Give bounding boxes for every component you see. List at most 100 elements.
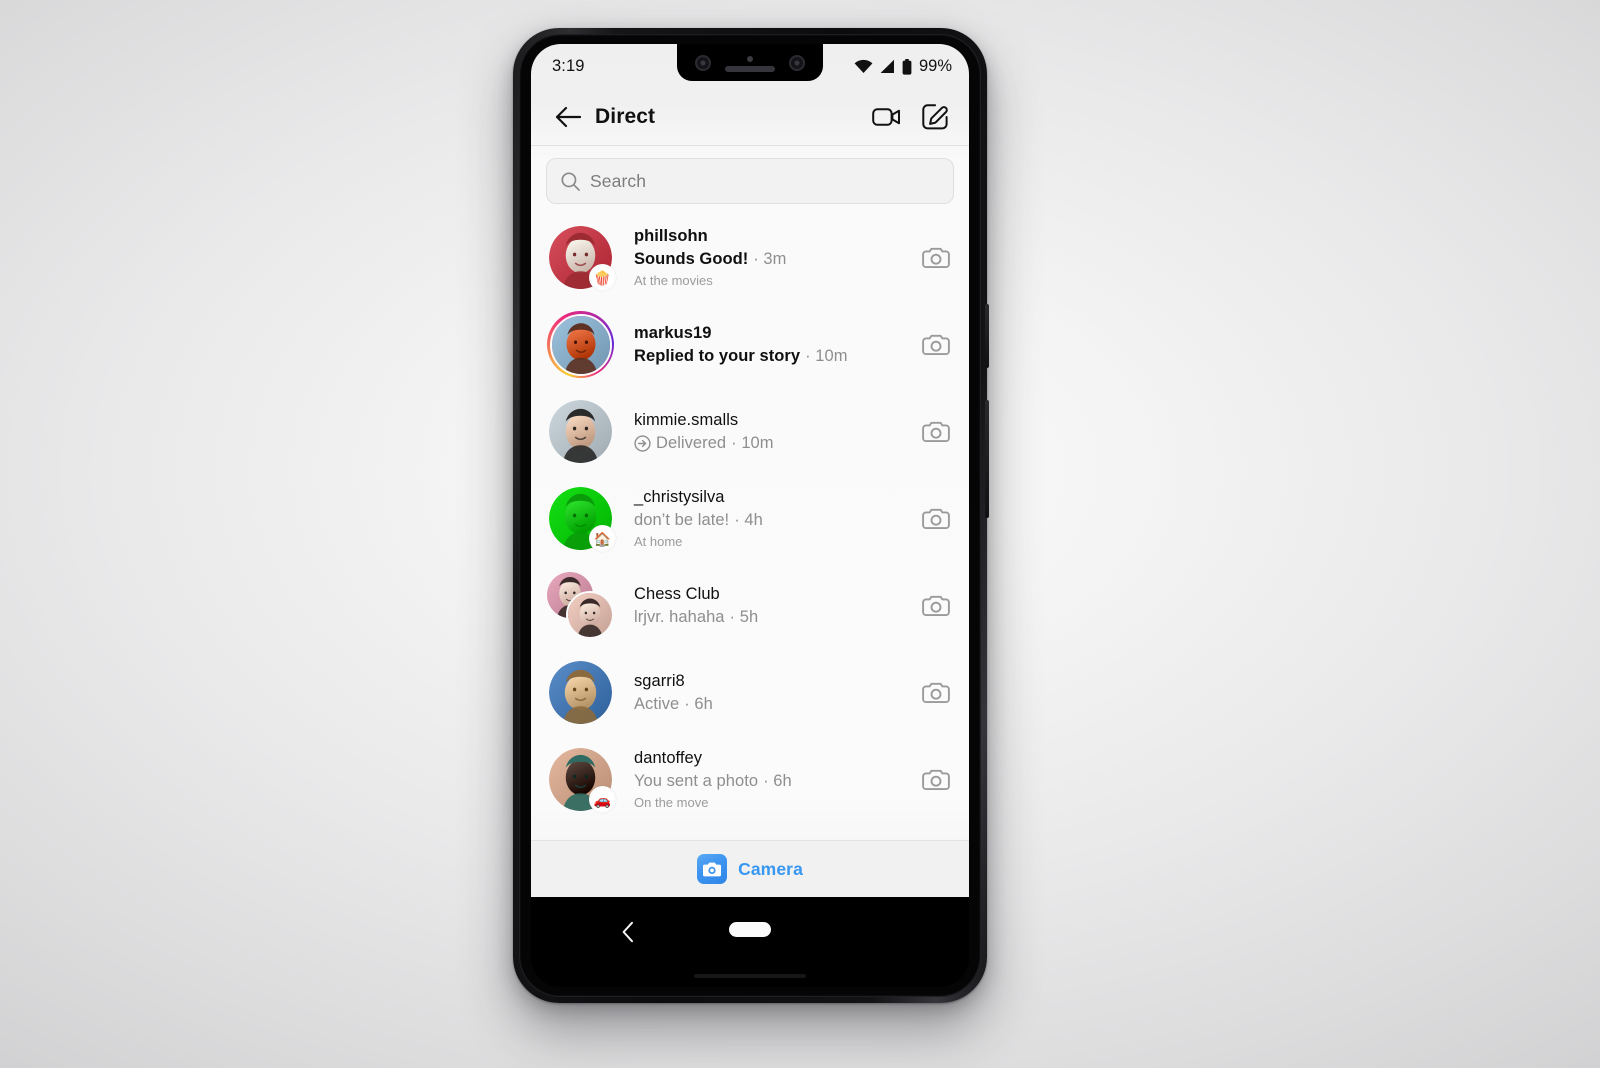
- thread-preview: don’t be late! · 4h: [634, 509, 911, 531]
- thread-preview: Delivered · 10m: [634, 432, 911, 454]
- camera-icon: [922, 769, 950, 790]
- app-header: Direct: [531, 89, 969, 146]
- back-arrow-icon: [555, 106, 581, 128]
- thread-row[interactable]: 🚗 dantoffey You sent a photo · 6h On the mo…: [531, 736, 969, 823]
- camera-icon: [922, 682, 950, 703]
- thread-preview: Replied to your story · 10m: [634, 345, 911, 367]
- thread-text-block: dantoffey You sent a photo · 6h On the mov…: [634, 747, 911, 812]
- power-button[interactable]: [985, 304, 989, 368]
- video-call-button[interactable]: [870, 101, 902, 133]
- back-button[interactable]: [551, 100, 585, 134]
- cellular-signal-icon: [880, 59, 894, 73]
- camera-icon: [922, 508, 950, 529]
- thread-timestamp: · 6h: [763, 772, 792, 791]
- volume-button[interactable]: [985, 400, 989, 518]
- camera-icon: [922, 247, 950, 268]
- earpiece-speaker-icon: [725, 65, 775, 72]
- thread-row[interactable]: kimmie.smalls Delivered · 10m: [531, 388, 969, 475]
- row-camera-button[interactable]: [919, 589, 953, 623]
- header-actions: [870, 101, 951, 133]
- avatar-story-ring: [547, 311, 614, 378]
- search-icon: [561, 171, 580, 191]
- phone-screen: 3:19 99% Direct Search 🍿 phillsohn Sound…: [531, 44, 969, 987]
- instagram-direct-app: 3:19 99% Direct Search 🍿 phillsohn Sound…: [531, 44, 969, 897]
- thread-row[interactable]: 🏠 _christysilva don’t be late! · 4h At home: [531, 475, 969, 562]
- camera-bar-label: Camera: [738, 858, 803, 879]
- camera-icon: [922, 595, 950, 616]
- camera-app-icon: [697, 854, 728, 884]
- thread-preview: Active · 6h: [634, 693, 911, 715]
- camera-bar-button[interactable]: Camera: [531, 840, 969, 897]
- row-camera-button[interactable]: [919, 502, 953, 536]
- thread-text-block: kimmie.smalls Delivered · 10m: [634, 409, 911, 455]
- avatar-photo: [549, 661, 612, 724]
- search-placeholder-text: Search: [590, 170, 647, 191]
- search-input[interactable]: Search: [546, 158, 954, 204]
- thread-username: Chess Club: [634, 584, 720, 603]
- earpiece-assembly: [724, 55, 776, 72]
- thread-username: dantoffey: [634, 748, 703, 767]
- status-clock: 3:19: [552, 57, 585, 75]
- thread-preview: Sounds Good! · 3m: [634, 248, 911, 270]
- thread-text-block: _christysilva don’t be late! · 4h At home: [634, 486, 911, 551]
- search-section: Search: [531, 146, 969, 214]
- direct-thread-list[interactable]: 🍿 phillsohn Sounds Good! · 3m At the movies…: [531, 214, 969, 824]
- front-camera-lens-left-icon: [695, 54, 711, 71]
- thread-preview: You sent a photo · 6h: [634, 770, 911, 792]
- thread-username: sgarri8: [634, 671, 685, 690]
- front-camera-lens-right-icon: [789, 54, 805, 71]
- thread-username: markus19: [634, 323, 712, 342]
- video-camera-icon: [871, 108, 900, 126]
- thread-timestamp: · 5h: [729, 608, 759, 626]
- avatar-photo: [551, 315, 610, 374]
- thread-preview-text: lrjvr. hahaha: [634, 608, 725, 626]
- avatar[interactable]: 🍿: [547, 224, 616, 291]
- popcorn-badge: 🍿: [589, 264, 616, 291]
- phone-device-frame: 3:19 99% Direct Search 🍿 phillsohn Sound…: [513, 28, 989, 1003]
- row-camera-button[interactable]: [919, 763, 953, 797]
- row-camera-button[interactable]: [919, 415, 953, 449]
- avatar[interactable]: [547, 398, 614, 465]
- thread-row[interactable]: 🍿 phillsohn Sounds Good! · 3m At the movies: [531, 214, 969, 301]
- avatar-photo: [568, 593, 612, 637]
- thread-timestamp: · 6h: [684, 695, 713, 713]
- thread-timestamp: · 10m: [805, 347, 848, 365]
- thread-row[interactable]: Chess Club lrjvr. hahaha · 5h: [531, 562, 969, 649]
- avatar[interactable]: [547, 572, 614, 639]
- thread-timestamp: · 10m: [731, 434, 774, 452]
- row-camera-button[interactable]: [919, 328, 953, 362]
- car-badge: 🚗: [589, 786, 616, 813]
- camera-glyph-icon: [703, 862, 722, 876]
- wifi-icon: [854, 59, 873, 73]
- delivered-sent-icon: [634, 435, 651, 452]
- row-camera-button[interactable]: [919, 241, 953, 275]
- thread-username: kimmie.smalls: [634, 410, 739, 429]
- thread-text-block: phillsohn Sounds Good! · 3m At the movies: [634, 225, 911, 290]
- page-title: Direct: [595, 105, 656, 128]
- avatar[interactable]: [547, 659, 614, 726]
- battery-full-icon: [902, 58, 912, 75]
- row-camera-button[interactable]: [919, 676, 953, 710]
- avatar-photo-holder: [549, 400, 612, 463]
- group-avatar: [547, 572, 614, 639]
- battery-percentage: 99%: [918, 57, 952, 75]
- avatar-photo-holder: [549, 313, 612, 376]
- avatar[interactable]: [547, 311, 614, 378]
- nav-back-button[interactable]: [615, 919, 641, 945]
- compose-message-button[interactable]: [919, 101, 951, 133]
- group-avatar-photo-2: [566, 591, 614, 639]
- thread-preview-text: Replied to your story: [634, 347, 801, 365]
- thread-username: phillsohn: [634, 226, 708, 245]
- status-bar: 3:19 99%: [531, 44, 969, 89]
- android-navigation-bar: [531, 897, 969, 987]
- avatar[interactable]: 🏠: [547, 485, 616, 552]
- compose-edit-icon: [922, 104, 948, 130]
- thread-row[interactable]: sgarri8 Active · 6h: [531, 649, 969, 736]
- thread-preview-text: Delivered: [656, 434, 727, 452]
- thread-preview-text: You sent a photo: [634, 772, 759, 791]
- nav-home-pill-icon[interactable]: [729, 922, 771, 937]
- thread-row[interactable]: markus19 Replied to your story · 10m: [531, 301, 969, 388]
- status-indicators: 99%: [854, 57, 952, 76]
- avatar[interactable]: 🚗: [547, 746, 616, 813]
- nav-back-chevron-icon: [622, 921, 633, 943]
